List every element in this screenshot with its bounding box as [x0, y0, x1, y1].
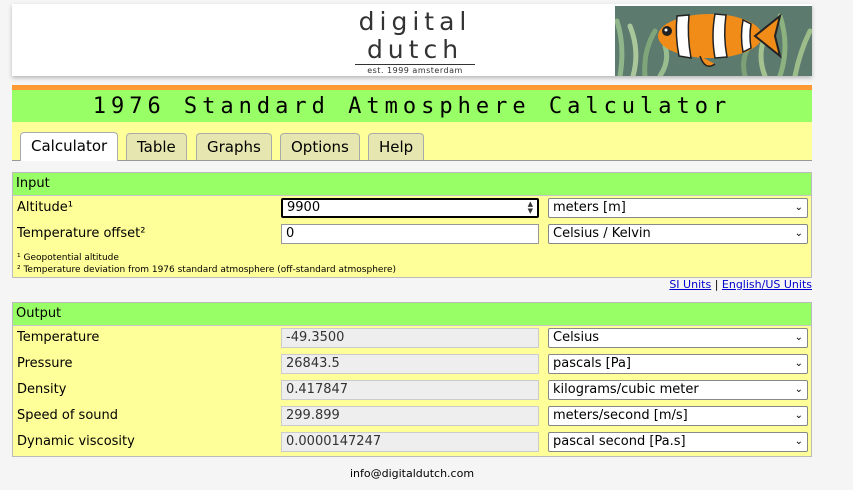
speed-of-sound-unit-select[interactable]: meters/second [m/s] ⌄ [548, 406, 808, 426]
pressure-value: 26843.5 [286, 356, 340, 371]
output-row: Dynamic viscosity 0.0000147247 pascal se… [13, 431, 811, 455]
digital-dutch-logo[interactable]: digital dutch est. 1999 amsterdam [355, 8, 475, 76]
logo-line1: digital [358, 7, 472, 36]
si-units-link[interactable]: SI Units [669, 278, 711, 291]
speed-of-sound-label: Speed of sound [17, 408, 119, 423]
pressure-unit-select[interactable]: pascals [Pa] ⌄ [548, 354, 808, 374]
tab-calculator[interactable]: Calculator [20, 132, 119, 161]
density-unit-select[interactable]: kilograms/cubic meter ⌄ [548, 380, 808, 400]
temperature-unit-select[interactable]: Celsius ⌄ [548, 328, 808, 348]
altitude-label: Altitude¹ [17, 200, 74, 215]
us-units-link[interactable]: English/US Units [722, 278, 812, 291]
input-panel: Input Altitude¹ 9900 ▲ ▼ meters [m] ⌄ Tem… [12, 172, 812, 278]
temperature-label: Temperature [17, 330, 100, 345]
dynamic-viscosity-output[interactable]: 0.0000147247 [281, 432, 539, 452]
chevron-down-icon: ⌄ [794, 332, 803, 343]
altitude-value: 9900 [287, 200, 321, 215]
dynamic-viscosity-label: Dynamic viscosity [17, 434, 135, 449]
temp-offset-label: Temperature offset² [17, 226, 146, 241]
dynamic-viscosity-unit-select[interactable]: pascal second [Pa.s] ⌄ [548, 432, 808, 452]
temp-offset-unit-value: Celsius / Kelvin [553, 226, 651, 241]
chevron-down-icon: ⌄ [794, 202, 803, 213]
tab-options[interactable]: Options [280, 133, 360, 160]
output-panel: Output Temperature -49.3500 Celsius ⌄ Pr… [12, 302, 812, 457]
chevron-down-icon: ⌄ [794, 436, 803, 447]
speed-of-sound-output[interactable]: 299.899 [281, 406, 539, 426]
spinner-icon[interactable]: ▲ ▼ [528, 201, 533, 215]
logo-line2: dutch [366, 35, 464, 64]
footer-email[interactable]: info@digitaldutch.com [0, 467, 824, 480]
temp-offset-unit-select[interactable]: Celsius / Kelvin ⌄ [548, 224, 808, 244]
temperature-value: -49.3500 [286, 330, 345, 345]
dynamic-viscosity-value: 0.0000147247 [286, 434, 382, 449]
density-value: 0.417847 [286, 382, 349, 397]
tab-graphs[interactable]: Graphs [196, 133, 272, 160]
pressure-output[interactable]: 26843.5 [281, 354, 539, 374]
page-title-bar: 1976 Standard Atmosphere Calculator [12, 85, 812, 126]
density-unit-value: kilograms/cubic meter [553, 382, 699, 397]
footnote-1: ¹ Geopotential altitude [17, 253, 119, 263]
page-title: 1976 Standard Atmosphere Calculator [92, 94, 732, 119]
chevron-down-icon: ⌄ [794, 228, 803, 239]
output-row: Density 0.417847 kilograms/cubic meter ⌄ [13, 379, 811, 403]
density-label: Density [17, 382, 67, 397]
altitude-unit-select[interactable]: meters [m] ⌄ [548, 198, 808, 218]
chevron-down-icon: ⌄ [794, 410, 803, 421]
chevron-down-icon: ⌄ [794, 358, 803, 369]
pressure-unit-value: pascals [Pa] [553, 356, 631, 371]
unit-system-links: SI Units | English/US Units [669, 278, 812, 291]
input-heading: Input [13, 173, 811, 196]
pressure-label: Pressure [17, 356, 73, 371]
logo-tagline: est. 1999 amsterdam [355, 64, 475, 76]
output-row: Speed of sound 299.899 meters/second [m/… [13, 405, 811, 429]
temperature-unit-value: Celsius [553, 330, 600, 345]
clownfish-image [615, 6, 812, 76]
output-row: Temperature -49.3500 Celsius ⌄ [13, 327, 811, 351]
temp-offset-input[interactable]: 0 [281, 224, 539, 244]
temperature-output[interactable]: -49.3500 [281, 328, 539, 348]
tab-help[interactable]: Help [368, 133, 425, 160]
input-footnotes: ¹ Geopotential altitude ² Temperature de… [17, 252, 396, 276]
header-banner: digital dutch est. 1999 amsterdam [12, 4, 812, 76]
altitude-unit-value: meters [m] [553, 200, 626, 215]
temp-offset-row: Temperature offset² 0 Celsius / Kelvin ⌄ [13, 223, 811, 247]
speed-of-sound-value: 299.899 [286, 408, 340, 423]
speed-of-sound-unit-value: meters/second [m/s] [553, 408, 688, 423]
dynamic-viscosity-unit-value: pascal second [Pa.s] [553, 434, 686, 449]
altitude-row: Altitude¹ 9900 ▲ ▼ meters [m] ⌄ [13, 197, 811, 221]
tab-bar: Calculator Table Graphs Options Help [12, 122, 812, 161]
chevron-down-icon: ⌄ [794, 384, 803, 395]
altitude-input[interactable]: 9900 ▲ ▼ [281, 198, 539, 218]
tab-table[interactable]: Table [126, 133, 187, 160]
footnote-2: ² Temperature deviation from 1976 standa… [17, 265, 397, 275]
output-heading: Output [13, 303, 811, 326]
unit-links-separator: | [714, 278, 719, 291]
temp-offset-value: 0 [286, 226, 295, 241]
output-row: Pressure 26843.5 pascals [Pa] ⌄ [13, 353, 811, 377]
density-output[interactable]: 0.417847 [281, 380, 539, 400]
